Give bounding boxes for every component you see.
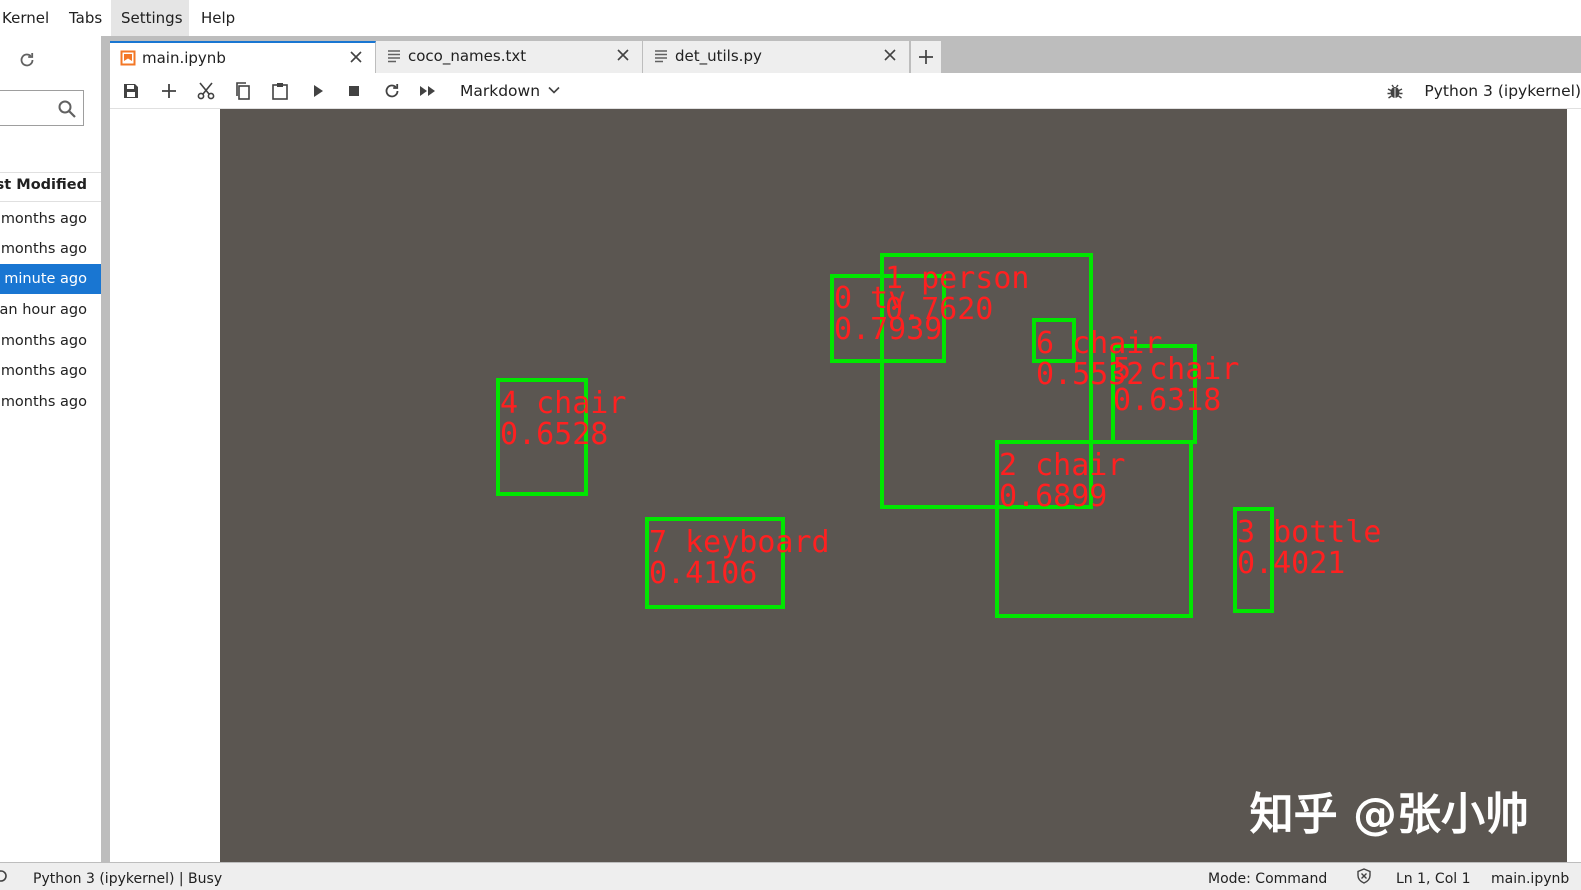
detection-label: 2 chair 0.6899 <box>999 448 1126 514</box>
close-icon[interactable] <box>347 48 365 66</box>
refresh-icon[interactable] <box>17 50 37 70</box>
file-list-item[interactable]: months ago <box>0 356 101 386</box>
status-bar: Python 3 (ipykernel) | Busy Mode: Comman… <box>0 862 1581 890</box>
kernel-status-icon <box>0 870 7 882</box>
notebook-toolbar: Markdown Python 3 (ipykernel) <box>110 73 1581 109</box>
cut-icon[interactable] <box>196 81 216 101</box>
panel-splitter[interactable] <box>101 36 110 862</box>
kernel-status[interactable]: Python 3 (ipykernel) | Busy <box>33 871 222 887</box>
cell-type-dropdown[interactable]: Markdown <box>460 73 561 109</box>
copy-icon[interactable] <box>233 81 253 101</box>
watermark: 知乎 @张小帅 <box>1249 789 1529 840</box>
detection-label: 1 person 0.7620 <box>885 261 1030 327</box>
file-list-item[interactable]: months ago <box>0 326 101 356</box>
run-icon[interactable] <box>308 81 328 101</box>
menu-settings[interactable]: Settings <box>111 0 189 36</box>
detection-output-image: 0 tv 0.7939 1 person 0.7620 6 chair 0.5532 … <box>220 109 1567 862</box>
menu-bar: Kernel Tabs Settings Help <box>0 0 1581 36</box>
file-list-item-selected[interactable]: minute ago <box>0 264 101 294</box>
no-trust-icon[interactable] <box>1356 868 1372 884</box>
detection-label: 4 chair 0.6528 <box>500 386 627 452</box>
file-list-item[interactable]: months ago <box>0 234 101 264</box>
status-filename: main.ipynb <box>1491 871 1570 887</box>
file-list-item[interactable]: months ago <box>0 387 101 417</box>
notebook-content: 0 tv 0.7939 1 person 0.7620 6 chair 0.5532 … <box>110 109 1581 862</box>
file-list-item[interactable]: months ago <box>0 204 101 234</box>
notebook-icon <box>120 50 136 66</box>
last-modified-column-header[interactable]: ast Modified <box>0 172 101 202</box>
restart-icon[interactable] <box>382 81 402 101</box>
menu-help[interactable]: Help <box>195 0 241 36</box>
detection-label: 3 bottle 0.4021 <box>1237 515 1382 581</box>
close-icon[interactable] <box>881 46 899 64</box>
search-icon <box>58 100 76 118</box>
tab-det-utils-py[interactable]: det_utils.py <box>643 41 910 73</box>
stop-icon[interactable] <box>344 81 364 101</box>
plus-icon <box>919 50 933 64</box>
text-file-icon <box>388 50 400 63</box>
new-launcher-button[interactable] <box>911 41 941 73</box>
detection-label: 7 keyboard 0.4106 <box>649 525 830 591</box>
tab-label: coco_names.txt <box>408 47 527 65</box>
kernel-name-indicator[interactable]: Python 3 (ipykernel) <box>1424 73 1581 109</box>
debugger-bug-icon[interactable] <box>1385 81 1405 101</box>
add-cell-icon[interactable] <box>159 81 179 101</box>
chevron-down-icon <box>548 86 560 94</box>
fast-forward-icon[interactable] <box>418 81 438 101</box>
file-browser: ast Modified months ago months ago minut… <box>0 36 101 862</box>
mode-indicator: Mode: Command <box>1208 871 1328 887</box>
file-list-item[interactable]: an hour ago <box>0 295 101 325</box>
menu-tabs[interactable]: Tabs <box>63 0 108 36</box>
tab-main-ipynb[interactable]: main.ipynb <box>110 41 376 73</box>
paste-icon[interactable] <box>270 81 290 101</box>
tab-coco-names-txt[interactable]: coco_names.txt <box>376 41 643 73</box>
column-header-label: ast Modified <box>0 177 87 193</box>
detection-label: 5 chair 0.6318 <box>1113 352 1240 418</box>
tab-label: det_utils.py <box>675 47 762 65</box>
text-file-icon <box>655 50 667 63</box>
tab-label: main.ipynb <box>142 49 226 67</box>
cell-type-label: Markdown <box>460 82 541 100</box>
save-icon[interactable] <box>121 81 141 101</box>
file-filter-input[interactable] <box>0 90 84 126</box>
cursor-position[interactable]: Ln 1, Col 1 <box>1396 871 1471 887</box>
menu-kernel[interactable]: Kernel <box>0 0 55 36</box>
close-icon[interactable] <box>614 46 632 64</box>
document-tab-bar: main.ipynb coco_names.txt det_utils.py <box>110 36 1581 73</box>
